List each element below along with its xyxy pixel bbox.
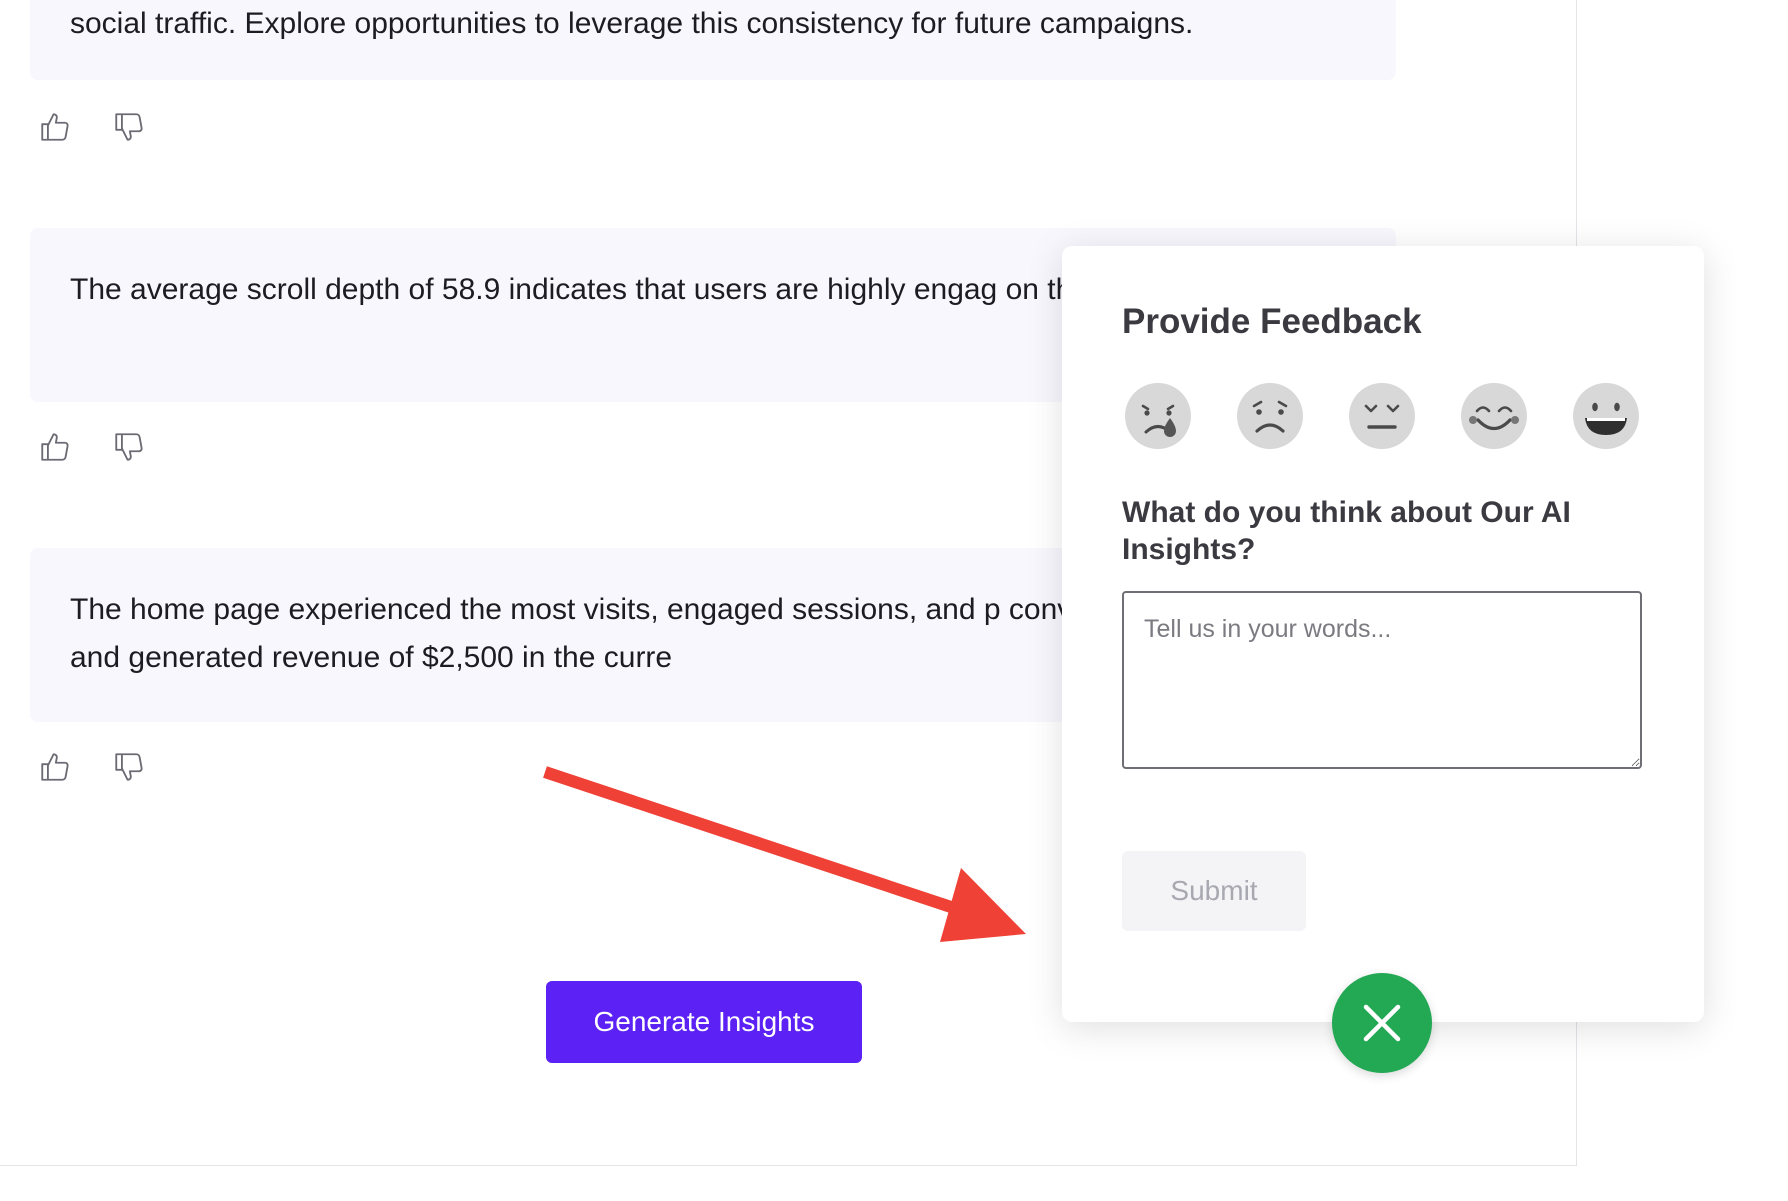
thumbs-up-icon[interactable] <box>38 430 72 464</box>
close-icon <box>1363 1004 1401 1042</box>
generate-insights-button[interactable]: Generate Insights <box>546 981 862 1063</box>
crying-face-icon[interactable] <box>1124 382 1192 450</box>
insight-text: social traffic. Explore opportunities to… <box>70 7 1194 40</box>
vote-row <box>38 110 146 144</box>
close-feedback-button[interactable] <box>1332 973 1432 1073</box>
thumbs-down-icon[interactable] <box>112 750 146 784</box>
grinning-face-icon[interactable] <box>1572 382 1640 450</box>
feedback-title: Provide Feedback <box>1122 302 1422 341</box>
submit-button[interactable]: Submit <box>1122 851 1306 931</box>
sad-face-icon[interactable] <box>1236 382 1304 450</box>
red-arrow-annotation <box>543 766 1026 942</box>
rating-row <box>1124 382 1640 450</box>
feedback-popup: Provide Feedback What do you think about… <box>1062 246 1704 1022</box>
thumbs-up-icon[interactable] <box>38 110 72 144</box>
insight-card: social traffic. Explore opportunities to… <box>30 0 1396 80</box>
thumbs-up-icon[interactable] <box>38 750 72 784</box>
vote-row <box>38 750 146 784</box>
vote-row <box>38 430 146 464</box>
thumbs-down-icon[interactable] <box>112 430 146 464</box>
smiling-face-icon[interactable] <box>1460 382 1528 450</box>
thumbs-down-icon[interactable] <box>112 110 146 144</box>
neutral-face-icon[interactable] <box>1348 382 1416 450</box>
feedback-textarea[interactable] <box>1122 591 1642 769</box>
feedback-question: What do you think about Our AI Insights? <box>1122 496 1571 566</box>
